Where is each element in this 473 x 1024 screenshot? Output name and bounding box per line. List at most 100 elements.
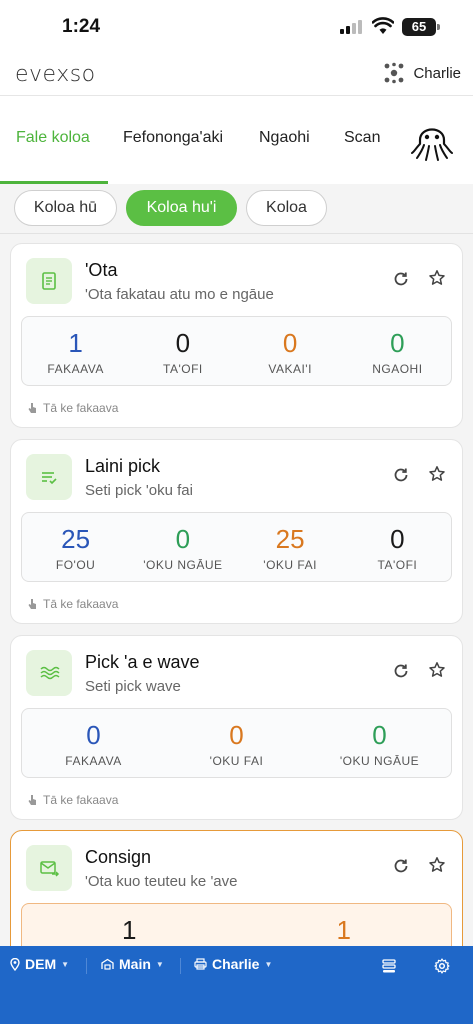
app-header: evexso Charlie [0, 54, 473, 96]
stat-value: 0 [175, 524, 191, 554]
stat-value: 0 [390, 524, 405, 554]
printer-label: Charlie [212, 956, 260, 972]
stat-item[interactable]: 1 [22, 904, 237, 946]
card-title: Pick 'a e wave [85, 652, 200, 672]
stat-value: 1 [336, 915, 351, 945]
stat-item[interactable]: 1 FAKAAVA [22, 317, 129, 385]
stats-panel: 0 FAKAAVA 0 'OKU FAI 0 'OKU NGĀUE [21, 708, 452, 778]
stat-value: 0 [372, 720, 387, 750]
stat-label: FAKAAVA [47, 362, 104, 376]
stat-value: 1 [68, 328, 83, 358]
stat-item[interactable]: 0 NGAOHI [344, 317, 451, 385]
tap-hand-icon [28, 599, 36, 609]
stat-label: VAKAI'I [268, 362, 312, 376]
star-icon[interactable] [428, 661, 446, 679]
status-time: 1:24 [62, 16, 101, 37]
card-subtitle: Seti pick 'oku fai [85, 482, 193, 499]
warehouse-selector[interactable]: Main ▼ [101, 956, 164, 972]
stat-item[interactable]: 0 TA'OFI [344, 513, 451, 581]
stat-value: 1 [122, 915, 137, 945]
card-footer-text: Tā ke fakaava [43, 793, 119, 807]
refresh-icon[interactable] [392, 270, 410, 288]
layers-icon[interactable] [381, 958, 397, 974]
card-subtitle: 'Ota fakatau atu mo e ngāue [85, 286, 274, 303]
star-icon[interactable] [428, 856, 446, 874]
battery-tip [437, 24, 440, 30]
tab-ngaohi[interactable]: Ngaohi [259, 129, 310, 147]
divider [180, 958, 181, 974]
stat-item[interactable]: 0 'OKU FAI [165, 709, 308, 777]
stat-item[interactable]: 25 FO'OU [22, 513, 129, 581]
card-title: Laini pick [85, 456, 161, 476]
stat-value: 25 [275, 524, 305, 554]
stat-item[interactable]: 0 'OKU NGĀUE [129, 513, 236, 581]
stat-label: NGAOHI [372, 362, 423, 376]
user-menu[interactable]: Charlie [383, 62, 461, 84]
module-tabs: Fale koloa Fefononga'aki Ngaohi Scan [0, 97, 473, 183]
stat-value: 0 [86, 720, 101, 750]
star-icon[interactable] [428, 269, 446, 287]
stat-label: 'OKU FAI [209, 754, 264, 768]
stat-item[interactable]: 0 FAKAAVA [22, 709, 165, 777]
status-bar: 1:24 65 [0, 0, 473, 54]
card-laini-pick[interactable]: Laini pick Seti pick 'oku fai 25 FO'OU 0 '… [10, 439, 463, 624]
stat-item[interactable]: 0 TA'OFI [129, 317, 236, 385]
checklist-icon [26, 454, 72, 500]
star-icon[interactable] [428, 465, 446, 483]
tab-fale-koloa[interactable]: Fale koloa [16, 129, 90, 147]
chevron-down-icon: ▼ [61, 959, 70, 969]
segment-bar: Koloa hū Koloa hu'i Koloa [0, 184, 473, 234]
gear-icon[interactable] [434, 958, 450, 974]
octopus-icon[interactable] [410, 118, 454, 162]
card-footer: Tā ke fakaava [27, 597, 118, 611]
location-pin-icon [10, 957, 20, 971]
card-title: 'Ota [85, 260, 118, 280]
card-title: Consign [85, 847, 152, 867]
refresh-icon[interactable] [392, 662, 410, 680]
stat-value: 0 [229, 720, 244, 750]
tab-scan[interactable]: Scan [344, 129, 380, 147]
card-subtitle: 'Ota kuo teuteu ke 'ave [85, 873, 238, 890]
stat-item[interactable]: 0 'OKU NGĀUE [308, 709, 451, 777]
tab-fefononga-aki[interactable]: Fefononga'aki [123, 129, 223, 147]
stat-label: 'OKU FAI [263, 558, 317, 572]
stat-label: FAKAAVA [65, 754, 122, 768]
bottom-bar: DEM ▼ Main ▼ Charlie ▼ [0, 946, 473, 1024]
stat-item[interactable]: 25 'OKU FAI [237, 513, 344, 581]
tap-hand-icon [28, 403, 36, 413]
user-network-icon [385, 62, 404, 84]
mail-arrow-icon [26, 845, 72, 891]
stat-label: FO'OU [55, 558, 96, 572]
stat-value: 0 [175, 328, 191, 358]
segment-koloa[interactable]: Koloa [246, 190, 327, 226]
segment-koloa-hui[interactable]: Koloa hu'i [126, 190, 237, 226]
stat-label: 'OKU NGĀUE [339, 754, 420, 768]
card-consign[interactable]: Consign 'Ota kuo teuteu ke 'ave 1 1 [10, 830, 463, 946]
segment-koloa-hu[interactable]: Koloa hū [14, 190, 117, 226]
warehouse-icon [101, 958, 114, 970]
stats-panel: 25 FO'OU 0 'OKU NGĀUE 25 'OKU FAI 0 TA'OFI [21, 512, 452, 582]
chevron-down-icon: ▼ [155, 959, 164, 969]
card-pick-wave[interactable]: Pick 'a e wave Seti pick wave 0 FAKAAVA 0… [10, 635, 463, 820]
printer-icon [194, 958, 207, 970]
stat-label: TA'OFI [377, 558, 418, 572]
refresh-icon[interactable] [392, 857, 410, 875]
battery-icon: 65 [402, 18, 436, 36]
wave-icon [26, 650, 72, 696]
card-footer-text: Tā ke fakaava [43, 401, 119, 415]
dashboard-content: 'Ota 'Ota fakatau atu mo e ngāue 1 FAKAAV… [0, 234, 473, 946]
location-selector[interactable]: DEM ▼ [10, 956, 69, 972]
warehouse-label: Main [119, 956, 151, 972]
card-ota[interactable]: 'Ota 'Ota fakatau atu mo e ngāue 1 FAKAAV… [10, 243, 463, 428]
card-footer: Tā ke fakaava [27, 793, 118, 807]
app-logo: evexso [15, 62, 96, 87]
card-subtitle: Seti pick wave [85, 678, 181, 695]
document-icon [26, 258, 72, 304]
card-footer: Tā ke fakaava [27, 401, 118, 415]
user-name: Charlie [413, 64, 461, 82]
stats-panel: 1 1 [21, 903, 452, 946]
stat-item[interactable]: 0 VAKAI'I [237, 317, 344, 385]
stat-item[interactable]: 1 [237, 904, 452, 946]
refresh-icon[interactable] [392, 466, 410, 484]
printer-selector[interactable]: Charlie ▼ [194, 956, 272, 972]
